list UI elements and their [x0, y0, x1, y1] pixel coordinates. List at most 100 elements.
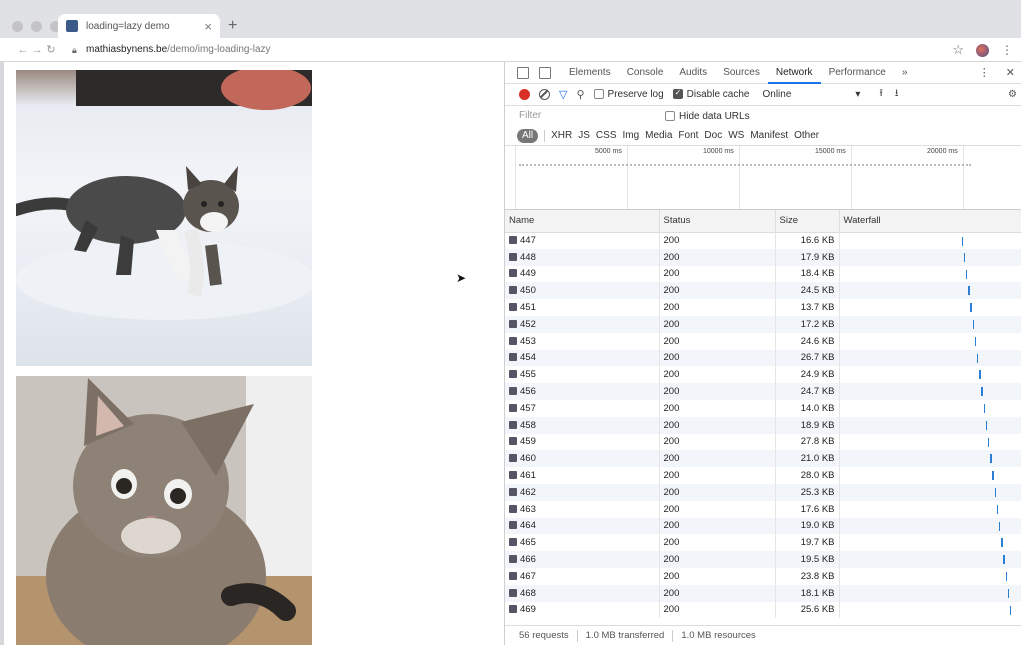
gear-icon[interactable]: ⚙ — [1008, 89, 1017, 100]
table-row[interactable]: 465 200 19.7 KB — [505, 534, 1021, 552]
type-filter-xhr[interactable]: XHR — [551, 130, 572, 141]
table-row[interactable]: 455 200 24.9 KB — [505, 366, 1021, 384]
minimize-window-button[interactable] — [31, 21, 42, 32]
table-row[interactable]: 448 200 17.9 KB — [505, 248, 1021, 266]
table-row[interactable]: 469 200 25.6 KB — [505, 601, 1021, 619]
table-row[interactable]: 453 200 24.6 KB — [505, 332, 1021, 350]
table-row[interactable]: 457 200 14.0 KB — [505, 399, 1021, 417]
type-filter-js[interactable]: JS — [578, 130, 590, 141]
request-name-cell[interactable]: 468 — [505, 584, 660, 602]
table-row[interactable]: 449 200 18.4 KB — [505, 265, 1021, 283]
disable-cache-checkbox[interactable]: Disable cache — [672, 88, 749, 100]
forward-icon[interactable]: → — [30, 44, 44, 56]
table-row[interactable]: 459 200 27.8 KB — [505, 433, 1021, 451]
close-tab-icon[interactable]: × — [204, 19, 212, 34]
table-row[interactable]: 454 200 26.7 KB — [505, 349, 1021, 367]
request-name-cell[interactable]: 467 — [505, 567, 660, 585]
table-row[interactable]: 456 200 24.7 KB — [505, 383, 1021, 400]
table-row[interactable]: 463 200 17.6 KB — [505, 500, 1021, 518]
table-row[interactable]: 460 200 21.0 KB — [505, 450, 1021, 468]
tab-elements[interactable]: Elements — [561, 62, 619, 84]
browser-tab[interactable]: loading=lazy demo × — [58, 14, 220, 38]
type-filter-other[interactable]: Other — [794, 130, 819, 141]
filter-icon[interactable]: ▽ — [559, 88, 567, 101]
export-har-icon[interactable]: ⭳ — [895, 86, 899, 103]
request-name-cell[interactable]: 466 — [505, 551, 660, 568]
request-name-cell[interactable]: 457 — [505, 399, 660, 417]
search-icon[interactable]: ⚲ — [576, 88, 584, 101]
table-row[interactable]: 451 200 13.7 KB — [505, 299, 1021, 316]
table-row[interactable]: 468 200 18.1 KB — [505, 584, 1021, 602]
column-header-size[interactable]: Size — [775, 210, 840, 233]
filter-input[interactable]: Filter — [519, 108, 653, 124]
request-name-cell[interactable]: 458 — [505, 416, 660, 434]
request-name-cell[interactable]: 456 — [505, 383, 660, 400]
type-filter-img[interactable]: Img — [622, 130, 639, 141]
table-row[interactable]: 452 200 17.2 KB — [505, 315, 1021, 333]
request-name-cell[interactable]: 460 — [505, 450, 660, 468]
clear-icon[interactable] — [539, 89, 550, 100]
request-name-cell[interactable]: 452 — [505, 315, 660, 333]
back-icon[interactable]: ← — [16, 44, 30, 56]
kitten-portrait-illustration — [16, 376, 312, 645]
type-filter-font[interactable]: Font — [678, 130, 698, 141]
request-name-cell[interactable]: 455 — [505, 366, 660, 384]
record-icon[interactable] — [519, 89, 530, 100]
devtools-menu-icon[interactable]: ⋮ — [979, 66, 990, 79]
network-overview-timeline[interactable]: 5000 ms 10000 ms 15000 ms 20000 ms — [505, 146, 1021, 210]
new-tab-button[interactable]: + — [228, 17, 237, 35]
column-header-status[interactable]: Status — [659, 210, 776, 233]
table-row[interactable]: 466 200 19.5 KB — [505, 551, 1021, 568]
request-name-cell[interactable]: 454 — [505, 349, 660, 367]
request-name-cell[interactable]: 459 — [505, 433, 660, 451]
device-toolbar-icon[interactable] — [539, 66, 551, 79]
type-filter-css[interactable]: CSS — [596, 130, 617, 141]
browser-menu-icon[interactable]: ⋮ — [1001, 43, 1013, 57]
tab-performance[interactable]: Performance — [821, 62, 894, 84]
request-name-cell[interactable]: 469 — [505, 601, 660, 619]
throttle-select[interactable]: Online ▾ — [762, 89, 860, 100]
table-row[interactable]: 462 200 25.3 KB — [505, 483, 1021, 501]
inspect-element-icon[interactable] — [517, 66, 529, 79]
request-name-cell[interactable]: 447 — [505, 232, 660, 249]
hide-data-urls-checkbox[interactable]: Hide data URLs — [665, 111, 750, 122]
bookmark-star-icon[interactable]: ☆ — [952, 42, 964, 58]
profile-icon[interactable] — [976, 43, 989, 57]
table-row[interactable]: 458 200 18.9 KB — [505, 416, 1021, 434]
table-row[interactable]: 464 200 19.0 KB — [505, 517, 1021, 535]
type-filter-manifest[interactable]: Manifest — [750, 130, 788, 141]
preserve-log-checkbox[interactable]: Preserve log — [593, 89, 664, 100]
table-row[interactable]: 467 200 23.8 KB — [505, 567, 1021, 585]
page-viewport[interactable]: ➤ — [4, 62, 504, 645]
type-filter-doc[interactable]: Doc — [704, 130, 722, 141]
column-header-name[interactable]: Name — [505, 210, 660, 233]
table-row[interactable]: 461 200 28.0 KB — [505, 467, 1021, 484]
request-name-cell[interactable]: 448 — [505, 248, 660, 266]
import-har-icon[interactable]: ⭱ — [879, 86, 883, 103]
request-name-cell[interactable]: 465 — [505, 534, 660, 552]
request-name-cell[interactable]: 462 — [505, 483, 660, 501]
request-name-cell[interactable]: 451 — [505, 299, 660, 316]
request-name-cell[interactable]: 449 — [505, 265, 660, 283]
type-filter-ws[interactable]: WS — [728, 130, 744, 141]
address-bar[interactable]: mathiasbynens.be/demo/img-loading-lazy — [86, 44, 271, 55]
close-window-button[interactable] — [12, 21, 23, 32]
type-filter-media[interactable]: Media — [645, 130, 672, 141]
tab-console[interactable]: Console — [619, 62, 672, 84]
column-header-waterfall[interactable]: Waterfall — [839, 210, 1021, 233]
tab-audits[interactable]: Audits — [671, 62, 715, 84]
more-tabs-button[interactable]: » — [894, 62, 916, 84]
tab-network[interactable]: Network — [767, 62, 821, 84]
close-devtools-icon[interactable]: ✕ — [1006, 66, 1015, 79]
request-name-cell[interactable]: 463 — [505, 500, 660, 518]
tab-sources[interactable]: Sources — [715, 62, 768, 84]
request-name-cell[interactable]: 461 — [505, 467, 660, 484]
lock-icon[interactable]: 🔒︎ — [72, 45, 80, 55]
table-row[interactable]: 447 200 16.6 KB — [505, 232, 1021, 249]
table-row[interactable]: 450 200 24.5 KB — [505, 282, 1021, 300]
request-name-cell[interactable]: 464 — [505, 517, 660, 535]
request-name-cell[interactable]: 450 — [505, 282, 660, 300]
reload-icon[interactable]: ↻ — [44, 43, 58, 56]
request-name-cell[interactable]: 453 — [505, 332, 660, 350]
type-filter-all[interactable]: All — [517, 128, 539, 143]
